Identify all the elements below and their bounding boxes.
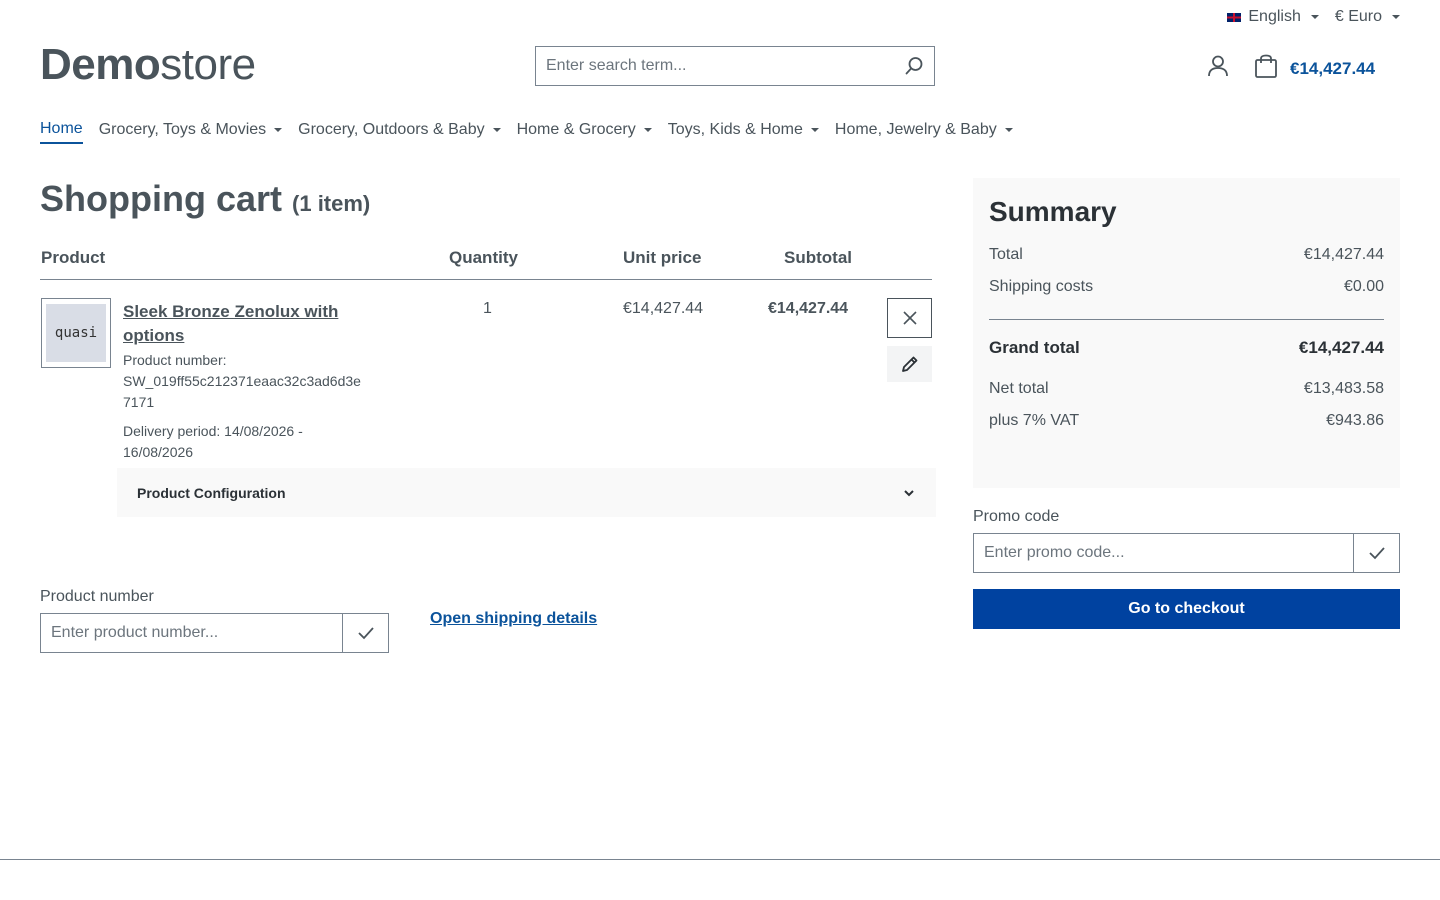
product-number-field-label: Product number	[40, 588, 154, 605]
summary-shipping-label: Shipping costs	[989, 278, 1094, 295]
cart-total: €14,427.44	[1290, 58, 1376, 78]
uk-flag-icon	[1226, 11, 1243, 23]
summary-title: Summary	[989, 196, 1117, 227]
chevron-down-icon	[1004, 128, 1013, 132]
account-icon[interactable]	[1206, 54, 1230, 78]
main-navigation: Home Grocery, Toys & Movies Grocery, Out…	[40, 120, 1013, 144]
product-thumbnail[interactable]: quasi	[41, 298, 111, 368]
topbar: English € Euro	[1226, 8, 1400, 26]
column-header-subtotal: Subtotal	[784, 248, 852, 267]
summary-total-label: Total	[989, 246, 1023, 263]
open-shipping-details-link[interactable]: Open shipping details	[430, 610, 597, 628]
chevron-down-icon	[1310, 15, 1319, 19]
nav-item-home-jewelry-baby[interactable]: Home, Jewelry & Baby	[835, 120, 1013, 144]
column-header-product: Product	[41, 248, 106, 267]
nav-item-label: Grocery, Toys & Movies	[98, 121, 267, 138]
currency-label: € Euro	[1334, 8, 1382, 25]
cart-widget[interactable]: €14,427.44	[1254, 54, 1375, 83]
logo[interactable]: Demostore	[40, 40, 256, 90]
nav-item-home[interactable]: Home	[40, 120, 83, 144]
summary-total-value: €14,427.44	[1303, 246, 1384, 263]
summary-net-total-value: €13,483.58	[1303, 380, 1384, 397]
chevron-down-icon	[492, 128, 501, 132]
add-product-button[interactable]	[342, 613, 389, 653]
search-input[interactable]	[546, 57, 904, 75]
summary-total-row: Total €14,427.44	[989, 246, 1384, 278]
chevron-down-icon	[1392, 15, 1400, 19]
summary-divider	[989, 319, 1384, 320]
product-info: Sleek Bronze Zenolux with options Produc…	[123, 300, 363, 463]
currency-dropdown[interactable]: € Euro	[1335, 8, 1400, 26]
nav-item-label: Home & Grocery	[516, 121, 636, 138]
nav-item-label: Home	[40, 120, 83, 137]
summary-vat-value: €943.86	[1326, 412, 1384, 429]
page-title-text: Shopping cart	[40, 178, 282, 219]
nav-item-toys-kids-home[interactable]: Toys, Kids & Home	[668, 120, 819, 144]
checkout-button[interactable]: Go to checkout	[973, 589, 1400, 629]
summary-shipping-value: €0.00	[1343, 278, 1384, 295]
summary-grand-total-label: Grand total	[989, 338, 1080, 357]
promo-code-form	[973, 533, 1400, 573]
nav-item-grocery-toys-movies[interactable]: Grocery, Toys & Movies	[98, 120, 283, 144]
cart-summary: Summary Total €14,427.44 Shipping costs …	[973, 178, 1400, 488]
checkmark-icon	[357, 627, 374, 640]
delivery-period: Delivery period: 14/08/2026 - 16/08/2026	[123, 423, 303, 460]
edit-item-button[interactable]	[887, 346, 932, 382]
nav-item-grocery-outdoors-baby[interactable]: Grocery, Outdoors & Baby	[298, 120, 501, 144]
language-dropdown[interactable]: English	[1226, 8, 1319, 26]
search-icon[interactable]	[904, 56, 924, 76]
checkmark-icon	[1368, 547, 1385, 560]
apply-promo-button[interactable]	[1353, 533, 1400, 573]
shopping-bag-icon	[1254, 54, 1278, 83]
footer-divider	[0, 859, 1440, 860]
cart-item-count: (1 item)	[292, 191, 371, 216]
product-name-link[interactable]: Sleek Bronze Zenolux with options	[123, 300, 363, 348]
nav-item-label: Home, Jewelry & Baby	[834, 121, 997, 138]
summary-vat-row: plus 7% VAT €943.86	[989, 412, 1384, 444]
summary-grand-total-row: Grand total €14,427.44	[989, 338, 1384, 378]
summary-net-total-label: Net total	[989, 380, 1049, 397]
cart-table-header: Product Quantity Unit price Subtotal	[40, 246, 932, 280]
logo-light: store	[160, 40, 256, 89]
close-icon	[902, 311, 917, 325]
chevron-down-icon	[643, 128, 652, 132]
pencil-icon	[901, 356, 917, 372]
item-subtotal: €14,427.44	[768, 300, 849, 317]
product-image: quasi	[46, 304, 106, 362]
search-box	[535, 46, 935, 86]
chevron-down-icon	[810, 128, 819, 132]
summary-vat-label: plus 7% VAT	[989, 412, 1080, 429]
product-number: SW_019ff55c212371eaac32c3ad6d3e7171	[123, 373, 361, 410]
remove-item-button[interactable]	[887, 298, 932, 338]
language-label: English	[1248, 8, 1301, 25]
summary-net-total-row: Net total €13,483.58	[989, 380, 1384, 412]
product-number-label: Product number:	[123, 352, 227, 368]
nav-item-label: Toys, Kids & Home	[667, 121, 803, 138]
page-title: Shopping cart (1 item)	[40, 178, 370, 220]
product-number-input[interactable]	[40, 613, 342, 653]
product-configuration-toggle[interactable]: Product Configuration	[117, 468, 936, 517]
add-product-form	[40, 613, 389, 653]
logo-bold: Demo	[40, 40, 161, 89]
nav-item-label: Grocery, Outdoors & Baby	[298, 121, 485, 138]
promo-code-label: Promo code	[973, 508, 1060, 525]
summary-shipping-row: Shipping costs €0.00	[989, 278, 1384, 310]
chevron-down-icon	[274, 128, 283, 132]
chevron-down-icon	[904, 489, 914, 496]
column-header-unit-price: Unit price	[623, 248, 702, 267]
product-configuration-label: Product Configuration	[137, 484, 286, 501]
nav-item-home-grocery[interactable]: Home & Grocery	[517, 120, 652, 144]
item-unit-price: €14,427.44	[623, 300, 704, 317]
item-quantity: 1	[483, 300, 492, 317]
promo-code-input[interactable]	[973, 533, 1353, 573]
column-header-quantity: Quantity	[449, 248, 518, 267]
summary-grand-total-value: €14,427.44	[1298, 338, 1384, 357]
